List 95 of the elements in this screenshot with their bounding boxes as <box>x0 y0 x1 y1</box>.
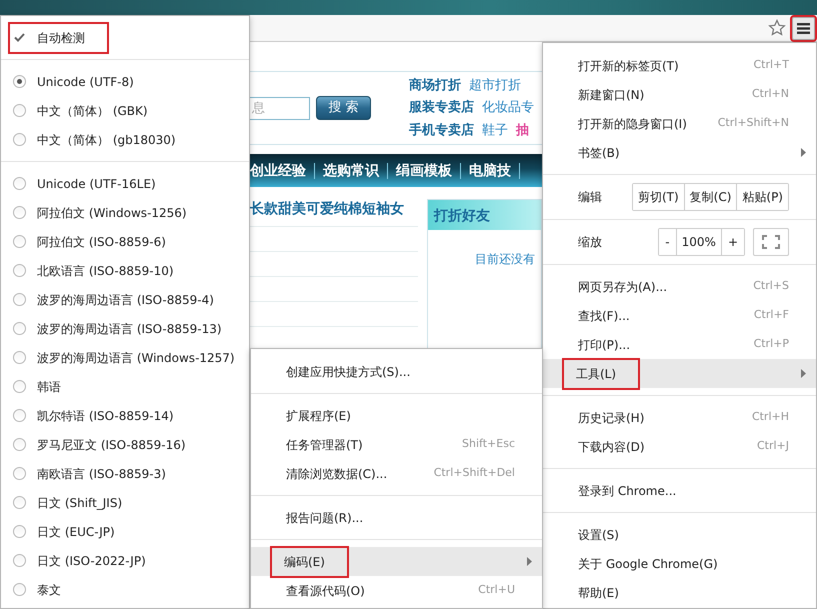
shortcut-text: Ctrl+J <box>756 438 789 454</box>
shortcut-text: Ctrl+F <box>754 307 789 324</box>
menu-item[interactable]: 登录到 Chrome... <box>543 476 816 505</box>
menu-item[interactable]: Unicode (UTF-16LE) <box>1 169 249 198</box>
link[interactable]: 服装专卖店 <box>409 100 474 116</box>
menu-item[interactable]: 打开新的隐身窗口(I) Ctrl+Shift+N <box>543 109 816 138</box>
menu-item[interactable]: 波罗的海周边语言 (ISO-8859-4) <box>1 285 249 314</box>
menu-item[interactable]: 帮助(E) <box>543 578 816 607</box>
menu-item[interactable]: 日文 (EUC-JP) <box>1 517 249 546</box>
menu-item[interactable]: 罗马尼亚文 (ISO-8859-16) <box>1 430 249 459</box>
fullscreen-button[interactable] <box>753 228 789 256</box>
menu-item[interactable]: 日文 (ISO-2022-JP) <box>1 546 249 575</box>
menu-item[interactable]: 报告问题(R)... <box>251 503 542 532</box>
radio-button[interactable] <box>12 351 26 364</box>
radio-button[interactable] <box>12 235 26 248</box>
link[interactable]: 超市打折 <box>469 78 521 93</box>
shortcut-text: Ctrl+S <box>753 278 789 294</box>
radio-button[interactable] <box>12 467 26 480</box>
menu-item[interactable]: 南欧语言 (ISO-8859-3) <box>1 459 249 488</box>
star-icon[interactable] <box>768 19 786 37</box>
menu-icon <box>797 22 810 34</box>
radio-button[interactable] <box>12 133 26 146</box>
radio-button[interactable] <box>12 583 26 596</box>
menu-item[interactable]: 日文 (Shift_JIS) <box>1 488 249 517</box>
menu-item[interactable]: Unicode (UTF-8) <box>1 67 249 96</box>
menu-item[interactable]: 打印(P)... Ctrl+P <box>543 330 816 359</box>
shortcut-text: Ctrl+T <box>753 57 789 74</box>
menu-item[interactable]: 打开新的标签页(T) Ctrl+T <box>543 51 816 80</box>
edit-button[interactable]: 粘贴(P) <box>736 184 788 210</box>
search-field[interactable]: 息 <box>250 96 310 120</box>
menu-item[interactable]: 阿拉伯文 (ISO-8859-6) <box>1 227 249 256</box>
menu-item[interactable]: 中文（简体） (gb18030) <box>1 125 249 154</box>
nav-link[interactable]: 电脑技 <box>461 162 520 178</box>
radio-button[interactable] <box>12 496 26 509</box>
menu-item[interactable]: 关于 Google Chrome(G) <box>543 549 816 578</box>
nav-link[interactable]: 选购常识 <box>315 162 388 178</box>
menu-item[interactable]: 工具(L) <box>543 359 816 388</box>
link[interactable]: 商场打折 <box>409 78 461 93</box>
menu-item[interactable]: 书签(B) <box>543 138 816 167</box>
panel-title: 打折好友 <box>428 200 541 230</box>
radio-button[interactable] <box>12 206 26 219</box>
menu-item[interactable]: 波罗的海周边语言 (Windows-1257) <box>1 343 249 372</box>
nav-link[interactable]: 绢画模板 <box>388 162 461 178</box>
shortcut-text: Shift+Esc <box>462 436 515 452</box>
radio-button[interactable] <box>12 380 26 393</box>
shortcut-text: Ctrl+U <box>478 582 515 598</box>
shortcut-text: Ctrl+Shift+N <box>718 115 789 132</box>
menu-item[interactable]: 清除浏览数据(C)... Ctrl+Shift+Del <box>251 459 542 488</box>
menu-item[interactable]: 北欧语言 (ISO-8859-10) <box>1 256 249 285</box>
radio-button[interactable] <box>12 75 26 88</box>
shortcut-text: Ctrl+H <box>752 409 789 426</box>
radio-button[interactable] <box>12 264 26 277</box>
menu-item[interactable]: 波罗的海周边语言 (ISO-8859-13) <box>1 314 249 343</box>
shortcut-text: Ctrl+P <box>754 336 789 352</box>
menu-item[interactable]: 网页另存为(A)... Ctrl+S <box>543 272 816 301</box>
menu-item[interactable]: 创建应用快捷方式(S)... <box>251 357 542 386</box>
search-button[interactable]: 搜 索 <box>316 96 371 120</box>
menu-item[interactable]: 查找(F)... Ctrl+F <box>543 301 816 330</box>
menu-item[interactable]: 凯尔特语 (ISO-8859-14) <box>1 401 249 430</box>
radio-button[interactable] <box>12 409 26 422</box>
menu-item[interactable]: 下载内容(D) Ctrl+J <box>543 432 816 461</box>
menu-item[interactable]: 韩语 <box>1 372 249 401</box>
shortcut-text: Ctrl+Shift+Del <box>434 465 515 482</box>
menu-item[interactable]: 阿拉伯文 (Windows-1256) <box>1 198 249 227</box>
zoom-in-button[interactable]: + <box>720 229 744 255</box>
menu-button[interactable] <box>792 16 815 40</box>
radio-button[interactable] <box>12 322 26 335</box>
radio-button[interactable] <box>12 104 26 117</box>
fullscreen-icon <box>762 235 780 249</box>
link[interactable]: 手机专卖店 <box>409 122 474 138</box>
menu-item[interactable]: 中文（简体） (GBK) <box>1 96 249 125</box>
row-label: 缩放 <box>578 234 602 251</box>
menu-item[interactable]: 编码(E) <box>251 547 542 576</box>
annotation-box: 编码(E) <box>272 548 347 576</box>
menu-item[interactable]: 新建窗口(N) Ctrl+N <box>543 80 816 109</box>
link[interactable]: 抽 <box>516 122 529 138</box>
menu-item[interactable]: 历史记录(H) Ctrl+H <box>543 403 816 432</box>
menu-item[interactable]: 扩展程序(E) <box>251 401 542 430</box>
radio-button[interactable] <box>12 554 26 567</box>
menu-item[interactable]: 设置(S) <box>543 520 816 549</box>
shortcut-text: Ctrl+N <box>752 86 789 102</box>
row-label: 编辑 <box>578 189 602 206</box>
link[interactable]: 化妆品专 <box>482 100 534 116</box>
radio-button[interactable] <box>12 177 26 190</box>
panel-text: 目前还没有 <box>474 251 536 268</box>
link[interactable]: 鞋子 <box>482 122 508 138</box>
radio-button[interactable] <box>12 293 26 306</box>
annotation-box: 自动检测 <box>10 24 107 52</box>
radio-button[interactable] <box>12 525 26 538</box>
radio-button[interactable] <box>12 438 26 451</box>
menu-item[interactable]: 查看源代码(O) Ctrl+U <box>251 576 542 605</box>
annotation-box: 工具(L) <box>564 360 638 388</box>
menu-item[interactable]: 任务管理器(T) Shift+Esc <box>251 430 542 459</box>
menu-item[interactable]: 泰文 <box>1 575 249 604</box>
menu-item[interactable]: 自动检测 <box>1 23 249 52</box>
